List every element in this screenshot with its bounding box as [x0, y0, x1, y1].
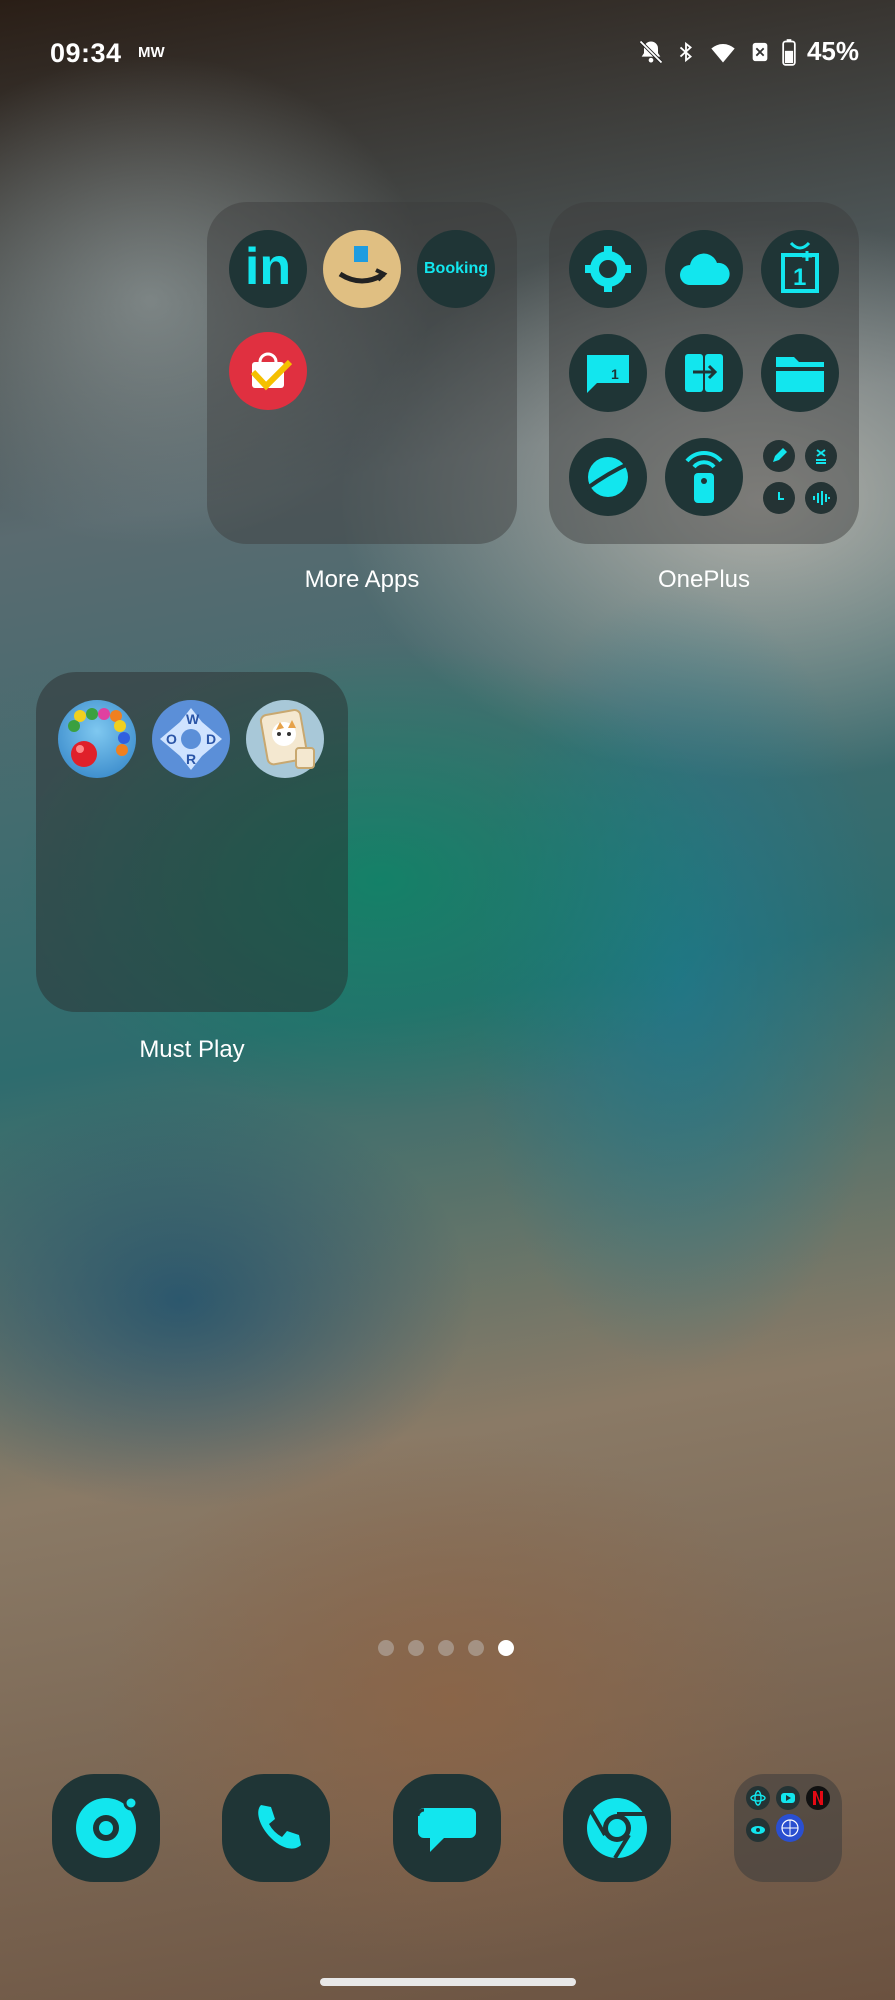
clone-phone-icon	[665, 334, 743, 412]
messages-dock-icon[interactable]	[393, 1774, 501, 1882]
dock-folder[interactable]	[734, 1774, 842, 1882]
oneplus-store-icon: 1	[761, 230, 839, 308]
svg-text:1: 1	[793, 264, 806, 291]
browser-icon	[569, 438, 647, 516]
phone-icon[interactable]	[222, 1774, 330, 1882]
word-game-icon: W O D R	[152, 700, 230, 778]
gesture-navigation-bar[interactable]	[320, 1978, 576, 1986]
messages-icon: 1	[569, 334, 647, 412]
youtube-icon	[776, 1786, 800, 1810]
atom-icon	[746, 1786, 770, 1810]
folder-more-apps[interactable]: in Booking	[207, 202, 517, 544]
svg-text:W: W	[186, 711, 200, 727]
clock-icon	[763, 482, 795, 514]
svg-text:R: R	[186, 751, 196, 767]
netflix-icon	[806, 1786, 830, 1810]
page-dot[interactable]	[408, 1640, 424, 1656]
status-bar: 09:34 MW 45%	[0, 0, 895, 108]
battery-percent: 45%	[806, 36, 859, 66]
page-dot-active[interactable]	[498, 1640, 514, 1656]
folder-oneplus[interactable]: 1 1	[549, 202, 859, 544]
booking-icon: Booking	[417, 230, 495, 308]
bubble-shooter-icon	[58, 700, 136, 778]
svg-text:1: 1	[611, 366, 619, 382]
page-dot[interactable]	[438, 1640, 454, 1656]
folder-must-play[interactable]: W O D R	[36, 672, 348, 1012]
globe-icon	[776, 1814, 804, 1842]
svg-text:O: O	[166, 731, 177, 747]
bell-off-icon	[639, 39, 663, 64]
linkedin-icon: in	[229, 230, 307, 308]
page-dot[interactable]	[468, 1640, 484, 1656]
weather-icon	[665, 230, 743, 308]
recorder-icon	[805, 482, 837, 514]
folder-label-oneplus: OnePlus	[657, 566, 751, 593]
folder-label-more-apps: More Apps	[304, 566, 420, 593]
wifi-icon	[711, 43, 735, 62]
eye-icon	[746, 1818, 770, 1842]
calculator-icon	[805, 440, 837, 472]
svg-text:D: D	[206, 731, 216, 747]
page-indicator[interactable]	[378, 1640, 514, 1656]
amazon-icon	[323, 230, 401, 308]
shopping-bag-icon	[229, 332, 307, 410]
remote-icon	[665, 438, 743, 516]
files-icon	[761, 334, 839, 412]
camera-icon[interactable]	[52, 1774, 160, 1882]
tools-icon	[761, 438, 839, 516]
mahjong-icon	[246, 700, 324, 778]
battery-icon	[782, 38, 796, 66]
sim-x-icon	[752, 42, 768, 61]
settings-icon	[569, 230, 647, 308]
clock: 09:34	[50, 38, 122, 68]
pencil-icon	[763, 440, 795, 472]
folder-label-must-play: Must Play	[139, 1036, 245, 1063]
chrome-icon[interactable]	[563, 1774, 671, 1882]
page-dot[interactable]	[378, 1640, 394, 1656]
status-icons: 45%	[637, 36, 859, 67]
notification-indicator: MW	[138, 44, 165, 61]
bluetooth-icon	[679, 41, 692, 62]
